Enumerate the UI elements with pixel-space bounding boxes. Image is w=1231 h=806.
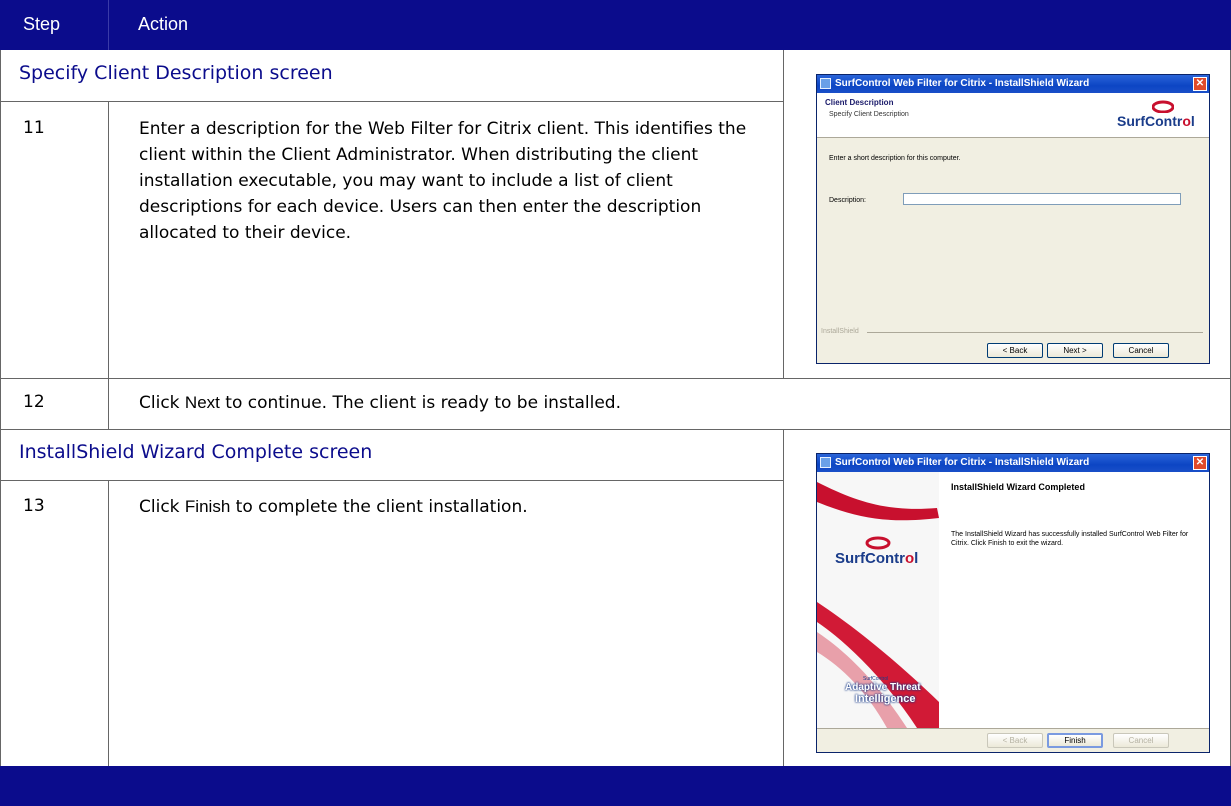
wizard-content: InstallShield Wizard Completed The Insta… [939, 472, 1209, 728]
surfcontrol-swoosh-icon [1152, 100, 1174, 113]
window-titlebar: SurfControl Web Filter for Citrix - Inst… [817, 454, 1209, 472]
finish-button[interactable]: Finish [1047, 733, 1103, 748]
row-divider [0, 378, 1231, 379]
installer-icon [820, 457, 831, 468]
section2-divider [0, 480, 783, 481]
wizard-complete-screenshot: SurfControl Web Filter for Citrix - Inst… [816, 453, 1210, 753]
footer-divider [817, 728, 1209, 729]
text-prefix: Click [139, 393, 185, 413]
text-prefix: Click [139, 497, 185, 517]
surfcontrol-logo: SurfControl [1117, 113, 1195, 129]
window-titlebar: SurfControl Web Filter for Citrix - Inst… [817, 75, 1209, 93]
ati-line2: Intelligence [855, 693, 916, 705]
table-header: Step Action [0, 0, 1231, 50]
step-text: Enter a description for the Web Filter f… [139, 119, 747, 243]
header-divider [108, 0, 109, 50]
image-column-divider [783, 50, 784, 378]
complete-heading: InstallShield Wizard Completed [951, 482, 1085, 492]
row-divider [0, 429, 1231, 430]
table-border-left [0, 50, 1, 766]
banner-heading: Client Description [825, 98, 894, 107]
prompt-text: Enter a short description for this compu… [829, 155, 961, 162]
footer-bar [0, 766, 1231, 806]
wizard-side-panel: SurfControl SurfControl Adaptive Threat … [817, 472, 939, 728]
section1-divider [0, 101, 783, 102]
client-description-wizard-screenshot: SurfControl Web Filter for Citrix - Inst… [816, 74, 1210, 364]
installer-icon [820, 78, 831, 89]
description-input[interactable] [903, 193, 1181, 205]
section-title: InstallShield Wizard Complete screen [19, 441, 373, 463]
ati-logo: SurfControl Adaptive Threat Intelligence [845, 676, 935, 705]
step-column-divider [108, 378, 109, 429]
back-button[interactable]: < Back [987, 733, 1043, 748]
image-column-divider [783, 429, 784, 766]
close-icon[interactable]: ✕ [1193, 77, 1207, 91]
back-button[interactable]: < Back [987, 343, 1043, 358]
finish-keyword: Finish [184, 497, 231, 516]
complete-message: The InstallShield Wizard has successfull… [951, 531, 1189, 547]
step-number: 12 [23, 392, 45, 412]
footer-divider [867, 332, 1203, 333]
step-text: Click Next to continue. The client is re… [139, 390, 1139, 416]
text-suffix: to continue. The client is ready to be i… [219, 393, 622, 413]
wizard-banner: Client Description Specify Client Descri… [817, 93, 1209, 138]
step-number: 13 [23, 496, 45, 516]
step-column-header: Step [23, 14, 61, 34]
surfcontrol-logo: SurfControl [835, 550, 919, 567]
window-title: SurfControl Web Filter for Citrix - Inst… [835, 457, 1090, 468]
step-number: 11 [23, 118, 45, 138]
description-label: Description: [829, 197, 866, 204]
section-title: Specify Client Description screen [19, 62, 333, 84]
step-column-divider [108, 480, 109, 766]
step-text: Click Finish to complete the client inst… [139, 494, 759, 520]
surfcontrol-swoosh-icon [865, 536, 891, 550]
installshield-label: InstallShield [821, 328, 859, 335]
close-icon[interactable]: ✕ [1193, 456, 1207, 470]
banner-subheading: Specify Client Description [829, 111, 909, 118]
cancel-button[interactable]: Cancel [1113, 733, 1169, 748]
ati-line1: Adaptive Threat [845, 682, 921, 693]
next-keyword: Next [184, 393, 220, 412]
next-button[interactable]: Next > [1047, 343, 1103, 358]
step-column-divider [108, 101, 109, 378]
text-suffix: to complete the client installation. [230, 497, 528, 517]
window-title: SurfControl Web Filter for Citrix - Inst… [835, 78, 1090, 89]
cancel-button[interactable]: Cancel [1113, 343, 1169, 358]
action-column-header: Action [138, 14, 189, 34]
